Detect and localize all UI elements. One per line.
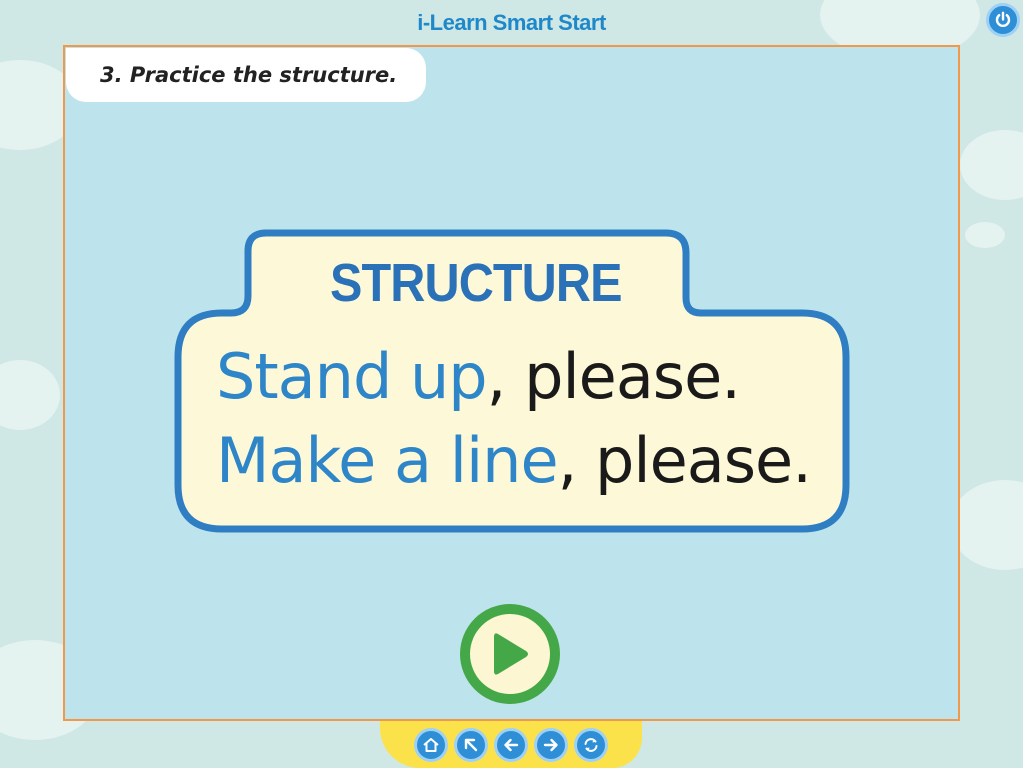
structure-line-2: Make a line, please. [216,424,812,497]
home-icon [423,737,439,752]
replay-icon [584,737,598,752]
structure-line-2-highlight: Make a line [216,424,559,497]
play-icon [494,633,528,675]
arrow-up-left-icon [464,738,478,751]
home-button[interactable] [414,727,448,762]
arrow-right-icon [543,738,558,751]
previous-button[interactable] [494,727,528,762]
play-button-inner [470,614,550,694]
structure-line-1: Stand up, please. [216,340,741,413]
structure-line-1-rest: , please. [486,340,741,413]
card-heading: STRUCTURE [330,253,622,313]
navigation-bar [380,721,642,768]
next-button[interactable] [534,727,568,762]
structure-line-2-rest: , please. [557,424,812,497]
arrow-left-icon [504,738,519,751]
replay-button[interactable] [574,727,608,762]
structure-line-1-highlight: Stand up [216,340,488,413]
play-button[interactable] [460,604,560,704]
back-to-menu-button[interactable] [454,727,488,762]
